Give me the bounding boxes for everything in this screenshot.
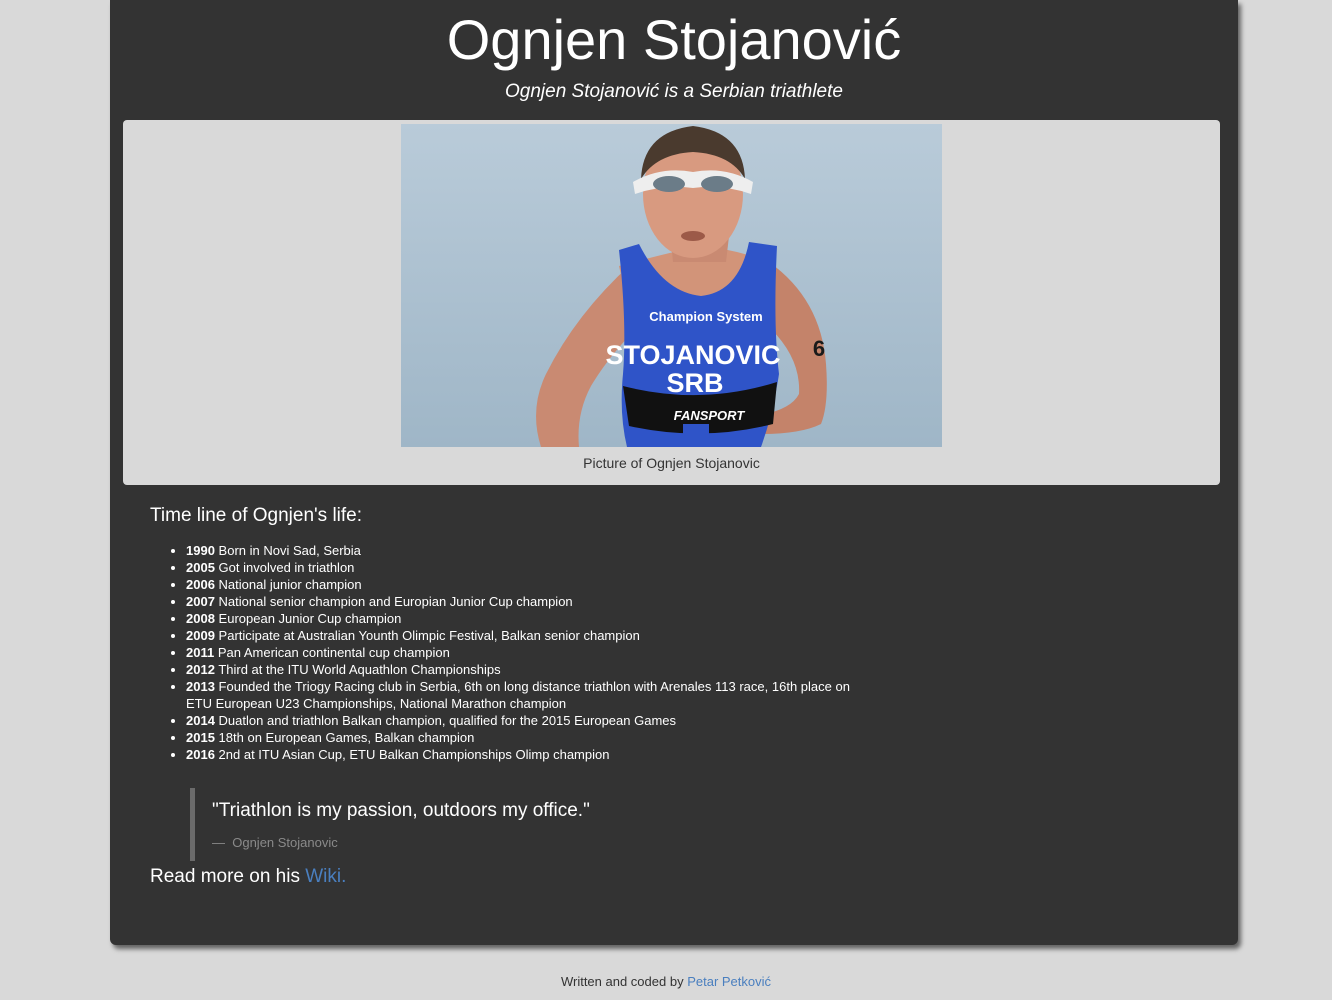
list-item: 2007 National senior champion and Europi…: [186, 593, 876, 610]
read-more-label: Read more on his: [150, 866, 300, 887]
timeline-text: Duatlon and triathlon Balkan champion, q…: [218, 713, 677, 728]
jersey-name: STOJANOVIC: [605, 340, 780, 370]
quote-text: "Triathlon is my passion, outdoors my of…: [212, 800, 590, 821]
quote-footer: — Ognjen Stojanovic: [212, 834, 890, 851]
image-thumbnail: Champion System STOJANOVIC SRB FANSPORT …: [123, 120, 1220, 485]
timeline-year: 2007: [186, 594, 215, 609]
timeline-text: 18th on European Games, Balkan champion: [218, 730, 475, 745]
timeline-text: National senior champion and Europian Ju…: [218, 594, 573, 609]
timeline-text: Born in Novi Sad, Serbia: [218, 543, 361, 558]
timeline-text: Third at the ITU World Aquathlon Champio…: [218, 662, 501, 677]
page-title: Ognjen Stojanović: [446, 8, 902, 71]
main-container: Ognjen Stojanović Ognjen Stojanović is a…: [110, 0, 1238, 945]
timeline-year: 2014: [186, 713, 215, 728]
timeline-year: 2013: [186, 679, 215, 694]
page-tagline: Ognjen Stojanović is a Serbian triathlet…: [505, 81, 843, 102]
list-item: 2013 Founded the Triogy Racing club in S…: [186, 678, 876, 712]
list-item: 1990 Born in Novi Sad, Serbia: [186, 542, 876, 559]
page-footer: Written and coded by Petar Petković: [0, 973, 1332, 990]
quote-dash: —: [212, 835, 225, 850]
timeline-year: 2011: [186, 645, 215, 660]
list-item: 2016 2nd at ITU Asian Cup, ETU Balkan Ch…: [186, 746, 876, 763]
image-caption: Picture of Ognjen Stojanovic: [583, 455, 760, 471]
list-item: 2012 Third at the ITU World Aquathlon Ch…: [186, 661, 876, 678]
timeline-year: 2005: [186, 560, 215, 575]
jersey-country: SRB: [666, 368, 723, 398]
timeline-year: 2012: [186, 662, 215, 677]
read-more: Read more on his Wiki.: [150, 865, 346, 889]
list-item: 2005 Got involved in triathlon: [186, 559, 876, 576]
athlete-photo: Champion System STOJANOVIC SRB FANSPORT …: [401, 124, 942, 447]
timeline-year: 2016: [186, 747, 215, 762]
arm-number: 6: [813, 336, 825, 361]
timeline-year: 1990: [186, 543, 215, 558]
list-item: 2011 Pan American continental cup champi…: [186, 644, 876, 661]
timeline-year: 2006: [186, 577, 215, 592]
timeline-text: Got involved in triathlon: [218, 560, 355, 575]
timeline-text: Participate at Australian Younth Olimpic…: [218, 628, 640, 643]
wiki-link[interactable]: Wiki.: [305, 866, 346, 887]
timeline-year: 2008: [186, 611, 215, 626]
timeline-text: Pan American continental cup champion: [217, 645, 450, 660]
timeline-year: 2009: [186, 628, 215, 643]
author-link[interactable]: Petar Petković: [687, 974, 771, 989]
footer-label: Written and coded by: [560, 974, 684, 989]
timeline-text: 2nd at ITU Asian Cup, ETU Balkan Champio…: [218, 747, 610, 762]
jersey-sponsor: FANSPORT: [674, 408, 746, 423]
jersey-brand: Champion System: [649, 309, 762, 324]
timeline-text: Founded the Triogy Racing club in Serbia…: [186, 679, 850, 711]
timeline-year: 2015: [186, 730, 215, 745]
list-item: 2014 Duatlon and triathlon Balkan champi…: [186, 712, 876, 729]
quote-author: Ognjen Stojanovic: [232, 835, 338, 850]
list-item: 2015 18th on European Games, Balkan cham…: [186, 729, 876, 746]
list-item: 2009 Participate at Australian Younth Ol…: [186, 627, 876, 644]
list-item: 2006 National junior champion: [186, 576, 876, 593]
quote-block: "Triathlon is my passion, outdoors my of…: [190, 788, 890, 861]
timeline-text: National junior champion: [218, 577, 362, 592]
timeline-list: 1990 Born in Novi Sad, Serbia 2005 Got i…: [150, 542, 876, 763]
list-item: 2008 European Junior Cup champion: [186, 610, 876, 627]
timeline-text: European Junior Cup champion: [218, 611, 402, 626]
timeline-heading: Time line of Ognjen's life:: [150, 505, 363, 526]
